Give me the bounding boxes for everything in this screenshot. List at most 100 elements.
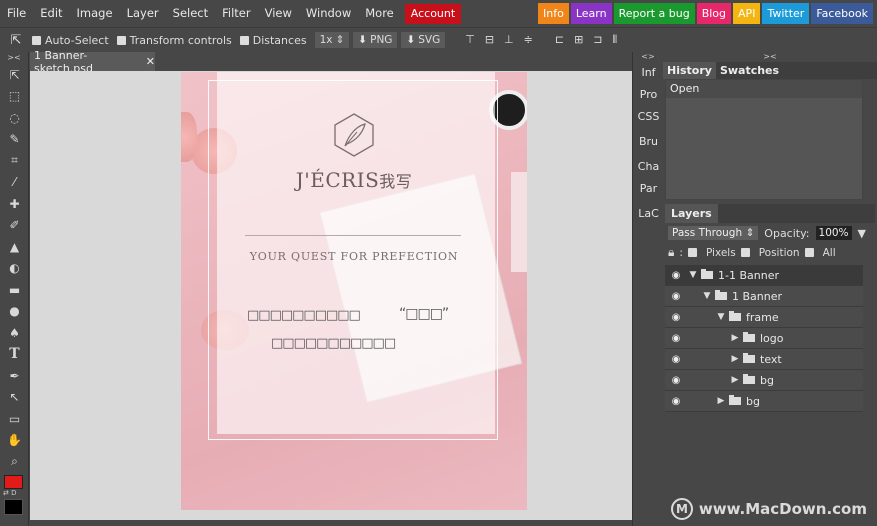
export-png-button[interactable]: ⬇ PNG <box>353 32 398 48</box>
tab-layer-comps[interactable]: LaC <box>633 203 664 225</box>
layer-row[interactable]: ◉ ▶ bg <box>665 391 863 412</box>
align-center-icon[interactable]: ⊞ <box>574 33 583 47</box>
distances-option[interactable]: Distances <box>239 34 307 47</box>
align-left-icon[interactable]: ⊏ <box>555 33 564 47</box>
swap-colors-icon[interactable]: ⇄ D <box>3 489 16 497</box>
expand-arrow-icon[interactable]: ▶ <box>729 354 741 364</box>
collapse-toolbar-icon[interactable]: >< <box>0 52 28 64</box>
info-link[interactable]: Info <box>537 3 569 24</box>
auto-select-checkbox[interactable] <box>32 35 41 45</box>
align-bottom-icon[interactable]: ⊥ <box>504 33 514 47</box>
tab-swatches[interactable]: Swatches <box>716 62 783 79</box>
visibility-eye-icon[interactable]: ◉ <box>665 312 687 323</box>
pen-tool-icon[interactable]: ✒ <box>0 365 29 387</box>
tab-layers[interactable]: Layers <box>665 204 718 223</box>
scale-select[interactable]: 1x ⇕ <box>314 32 350 48</box>
lock-position-checkbox[interactable] <box>740 248 750 257</box>
shape-tool-icon[interactable]: ▭ <box>0 408 29 430</box>
healing-tool-icon[interactable]: ✚ <box>0 193 29 215</box>
visibility-eye-icon[interactable]: ◉ <box>665 291 687 302</box>
collapse-arrow-icon[interactable]: ▼ <box>687 270 699 280</box>
layer-row[interactable]: ◉ ▼ 1-1 Banner <box>665 265 863 286</box>
learn-link[interactable]: Learn <box>570 3 612 24</box>
visibility-eye-icon[interactable]: ◉ <box>665 375 687 386</box>
menu-select[interactable]: Select <box>166 0 215 27</box>
collapse-arrow-icon[interactable]: ▼ <box>715 312 727 322</box>
blog-link[interactable]: Blog <box>696 3 732 24</box>
tab-character[interactable]: Cha <box>633 156 664 178</box>
close-document-icon[interactable]: ✕ <box>146 55 155 68</box>
dodge-tool-icon[interactable]: ♠ <box>0 322 29 344</box>
tab-paragraph[interactable]: Par <box>633 178 664 200</box>
lock-all-checkbox[interactable] <box>804 248 814 257</box>
path-select-tool-icon[interactable]: ↖ <box>0 387 29 409</box>
expand-arrow-icon[interactable]: ▶ <box>729 375 741 385</box>
menu-edit[interactable]: Edit <box>33 0 69 27</box>
visibility-eye-icon[interactable]: ◉ <box>665 333 687 344</box>
distribute-vertical-icon[interactable]: ≑ <box>524 33 533 47</box>
eraser-tool-icon[interactable]: ◐ <box>0 258 29 280</box>
stamp-tool-icon[interactable]: ▲ <box>0 236 29 258</box>
api-link[interactable]: API <box>733 3 761 24</box>
expand-arrow-icon[interactable]: ▶ <box>715 396 727 406</box>
background-color-swatch[interactable] <box>4 499 23 515</box>
opacity-dropdown-icon[interactable]: ▼ <box>858 227 866 240</box>
facebook-link[interactable]: Facebook <box>811 3 873 24</box>
tab-properties[interactable]: Pro <box>633 84 664 106</box>
auto-select-option[interactable]: Auto-Select <box>32 34 109 47</box>
document-tab[interactable]: 1 Banner-sketch.psd ✕ <box>30 49 155 75</box>
visibility-eye-icon[interactable]: ◉ <box>665 270 687 281</box>
canvas[interactable]: J'ÉCRIS我写 YOUR QUEST FOR PREFECTION □□□□… <box>181 72 527 510</box>
hand-tool-icon[interactable]: ✋ <box>0 430 29 452</box>
tab-brush[interactable]: Bru <box>633 131 664 153</box>
menu-file[interactable]: File <box>0 0 33 27</box>
expand-arrow-icon[interactable]: ▶ <box>729 333 741 343</box>
align-middle-icon[interactable]: ⊟ <box>485 33 494 47</box>
transform-controls-option[interactable]: Transform controls <box>116 34 232 47</box>
layer-row[interactable]: ◉ ▶ logo <box>665 328 863 349</box>
brush-tool-icon[interactable]: ✐ <box>0 215 29 237</box>
menu-image[interactable]: Image <box>70 0 120 27</box>
align-right-icon[interactable]: ⊐ <box>593 33 602 47</box>
lock-pixels-checkbox[interactable] <box>687 248 697 257</box>
foreground-color-swatch[interactable] <box>4 475 23 489</box>
marquee-tool-icon[interactable]: ⬚ <box>0 86 29 108</box>
move-tool-icon[interactable]: ⇱ <box>0 64 29 86</box>
blur-tool-icon[interactable]: ● <box>0 301 29 323</box>
collapse-panels-icon[interactable]: >< <box>663 52 877 62</box>
tab-history[interactable]: History <box>663 62 716 79</box>
menu-view[interactable]: View <box>258 0 299 27</box>
menu-more[interactable]: More <box>358 0 401 27</box>
eyedropper-tool-icon[interactable]: ⁄ <box>0 172 29 194</box>
distances-checkbox[interactable] <box>239 35 249 45</box>
collapse-arrow-icon[interactable]: ▼ <box>701 291 713 301</box>
tab-css[interactable]: CSS <box>633 106 664 128</box>
layer-row[interactable]: ◉ ▼ frame <box>665 307 863 328</box>
menu-window[interactable]: Window <box>299 0 358 27</box>
menu-filter[interactable]: Filter <box>215 0 257 27</box>
account-button[interactable]: Account <box>404 3 462 24</box>
type-tool-icon[interactable]: T <box>0 344 29 366</box>
menu-layer[interactable]: Layer <box>120 0 166 27</box>
visibility-eye-icon[interactable]: ◉ <box>665 354 687 365</box>
gradient-tool-icon[interactable]: ▬ <box>0 279 29 301</box>
visibility-eye-icon[interactable]: ◉ <box>665 396 687 407</box>
blend-mode-select[interactable]: Pass Through ⇕ <box>668 226 759 240</box>
quick-select-tool-icon[interactable]: ✎ <box>0 129 29 151</box>
lasso-tool-icon[interactable]: ◌ <box>0 107 29 129</box>
align-top-icon[interactable]: ⊤ <box>465 33 475 47</box>
export-svg-button[interactable]: ⬇ SVG <box>401 32 446 48</box>
history-entry[interactable]: Open <box>666 80 862 98</box>
layer-row[interactable]: ◉ ▶ bg <box>665 370 863 391</box>
report-bug-link[interactable]: Report a bug <box>613 3 695 24</box>
twitter-link[interactable]: Twitter <box>762 3 810 24</box>
transform-controls-checkbox[interactable] <box>116 35 126 45</box>
layer-row[interactable]: ◉ ▶ text <box>665 349 863 370</box>
collapse-strip-icon[interactable]: <> <box>633 52 663 62</box>
layer-row[interactable]: ◉ ▼ 1 Banner <box>665 286 863 307</box>
tab-info[interactable]: Inf <box>633 62 664 84</box>
zoom-tool-icon[interactable]: ⌕ <box>0 451 29 473</box>
distribute-horizontal-icon[interactable]: ⫴ <box>613 33 618 47</box>
crop-tool-icon[interactable]: ⌗ <box>0 150 29 172</box>
opacity-input[interactable]: 100% <box>815 226 852 240</box>
